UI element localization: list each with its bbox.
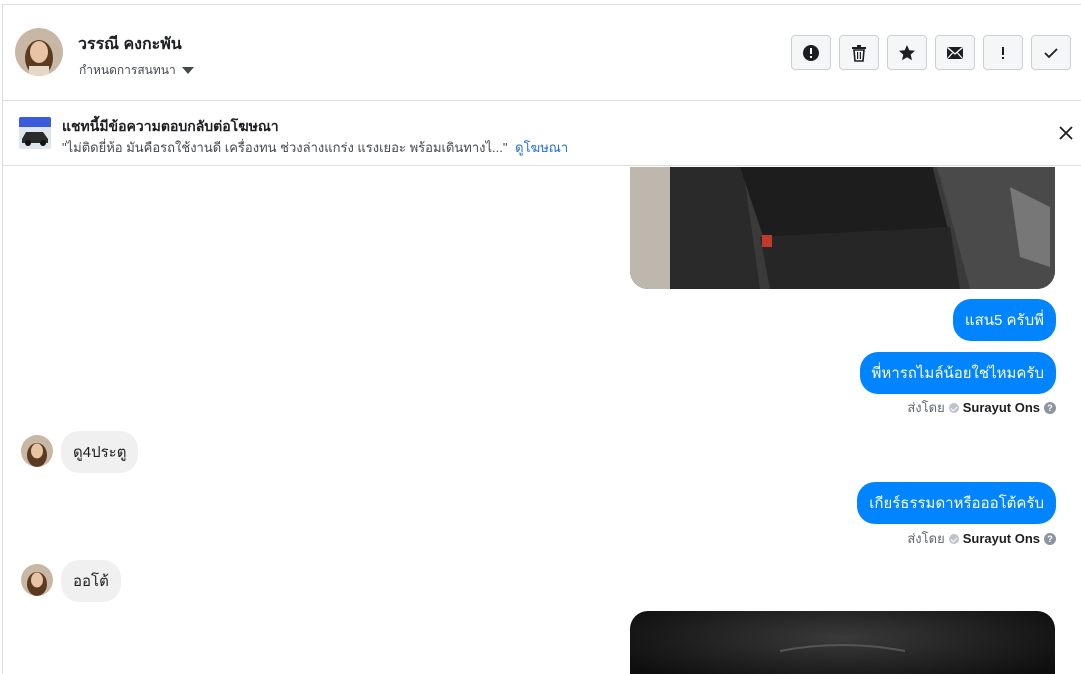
ad-reply-banner: แชทนี้มีข้อความตอบกลับต่อโฆษณา "ไม่ติดยี… xyxy=(3,102,1081,166)
verified-icon xyxy=(948,402,959,413)
conversation-toolbar xyxy=(791,35,1071,70)
ad-thumbnail[interactable] xyxy=(19,117,51,149)
car-photo[interactable] xyxy=(630,611,1055,674)
sent-by-label: ส่งโดย xyxy=(907,400,945,415)
contact-avatar-small[interactable] xyxy=(21,564,53,596)
check-icon xyxy=(1044,47,1058,58)
delete-button[interactable] xyxy=(839,35,879,70)
incoming-message[interactable]: ดู4ประตู xyxy=(61,431,139,473)
close-icon[interactable] xyxy=(1057,124,1075,142)
conversation-settings-dropdown[interactable]: กำหนดการสนทนา xyxy=(79,61,194,80)
ad-banner-title: แชทนี้มีข้อความตอบกลับต่อโฆษณา xyxy=(62,118,279,134)
help-icon[interactable]: ? xyxy=(1044,532,1056,545)
sent-by-info: ส่งโดย Surayut Ons ? xyxy=(907,397,1056,418)
car-interior-photo[interactable] xyxy=(630,167,1055,289)
contact-name[interactable]: วรรณี คงกะพัน xyxy=(78,32,182,57)
spam-button[interactable] xyxy=(791,35,831,70)
outgoing-message[interactable]: พี่หารถไมล์น้อยใช่ไหมครับ xyxy=(859,352,1056,394)
trash-icon xyxy=(852,44,866,62)
mark-done-button[interactable] xyxy=(1031,35,1071,70)
help-icon[interactable]: ? xyxy=(1044,401,1056,414)
mark-important-button[interactable] xyxy=(983,35,1023,70)
sent-by-label: ส่งโดย xyxy=(907,531,945,546)
envelope-icon xyxy=(947,46,963,59)
exclamation-circle-icon xyxy=(803,44,819,61)
view-ad-link[interactable]: ดูโฆษณา xyxy=(515,140,568,155)
ad-quote: "ไม่ติดยี่ห้อ มันคือรถใช้งานดี เครื่องทน… xyxy=(62,140,508,155)
contact-avatar-small[interactable] xyxy=(21,435,53,467)
star-button[interactable] xyxy=(887,35,927,70)
sender-name: Surayut Ons xyxy=(962,531,1040,546)
mark-unread-button[interactable] xyxy=(935,35,975,70)
outgoing-message[interactable]: เกียร์ธรรมดาหรือออโต้ครับ xyxy=(857,482,1056,524)
ad-banner-text: "ไม่ติดยี่ห้อ มันคือรถใช้งานดี เครื่องทน… xyxy=(62,137,568,158)
conversation-settings-label: กำหนดการสนทนา xyxy=(79,63,176,77)
exclamation-icon xyxy=(1002,46,1004,59)
contact-avatar[interactable] xyxy=(15,28,63,76)
outgoing-message[interactable]: แสน5 ครับพี่ xyxy=(952,299,1056,341)
incoming-message[interactable]: ออโต้ xyxy=(61,560,121,602)
sender-name: Surayut Ons xyxy=(962,400,1040,415)
sent-by-info: ส่งโดย Surayut Ons ? xyxy=(907,528,1056,549)
message-thread[interactable]: แสน5 ครับพี่ พี่หารถไมล์น้อยใช่ไหมครับ ส… xyxy=(3,167,1081,674)
caret-down-icon xyxy=(181,67,194,74)
conversation-panel: วรรณี คงกะพัน กำหนดการสนทนา แชทนี้มีข้อค… xyxy=(2,4,1081,674)
star-icon xyxy=(899,44,915,60)
verified-icon xyxy=(948,533,959,544)
conversation-header: วรรณี คงกะพัน กำหนดการสนทนา xyxy=(3,5,1081,101)
